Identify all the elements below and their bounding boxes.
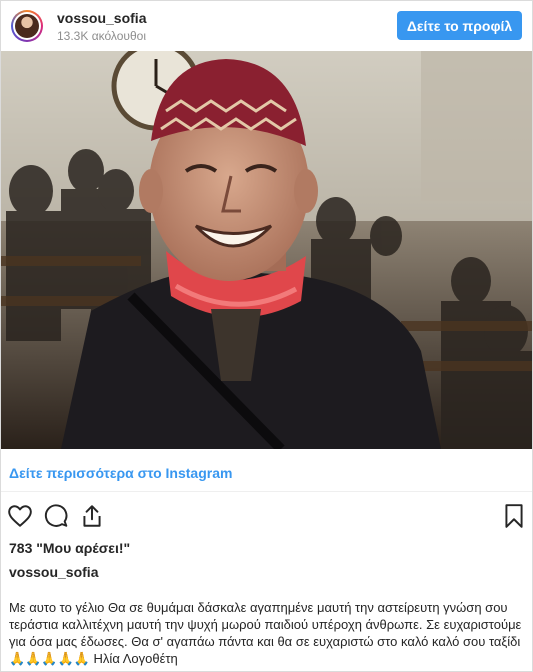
share-icon[interactable]: [79, 503, 105, 529]
header-username[interactable]: vossou_sofia: [57, 10, 146, 26]
post-caption: Με αυτο το γέλιο Θα σε θυμάμαι δάσκαλε α…: [9, 600, 522, 666]
instagram-embed: vossou_sofia 13.3K ακόλουθοι Δείτε το πρ…: [0, 0, 533, 672]
see-more-on-instagram-link[interactable]: Δείτε περισσότερα στο Instagram: [9, 465, 232, 481]
heart-icon[interactable]: [7, 503, 33, 529]
comment-icon[interactable]: [43, 503, 69, 529]
like-count[interactable]: 783 "Μου αρέσει!": [9, 540, 130, 556]
action-bar: [1, 498, 532, 532]
follower-count: 13.3K ακόλουθοι: [57, 29, 146, 43]
view-profile-button[interactable]: Δείτε το προφίλ: [397, 11, 522, 40]
caption-username[interactable]: vossou_sofia: [9, 564, 98, 580]
post-header: vossou_sofia 13.3K ακόλουθοι Δείτε το πρ…: [1, 1, 532, 51]
divider: [1, 491, 532, 492]
avatar[interactable]: [11, 10, 43, 42]
post-photo[interactable]: [1, 51, 532, 449]
bookmark-icon[interactable]: [501, 503, 527, 529]
